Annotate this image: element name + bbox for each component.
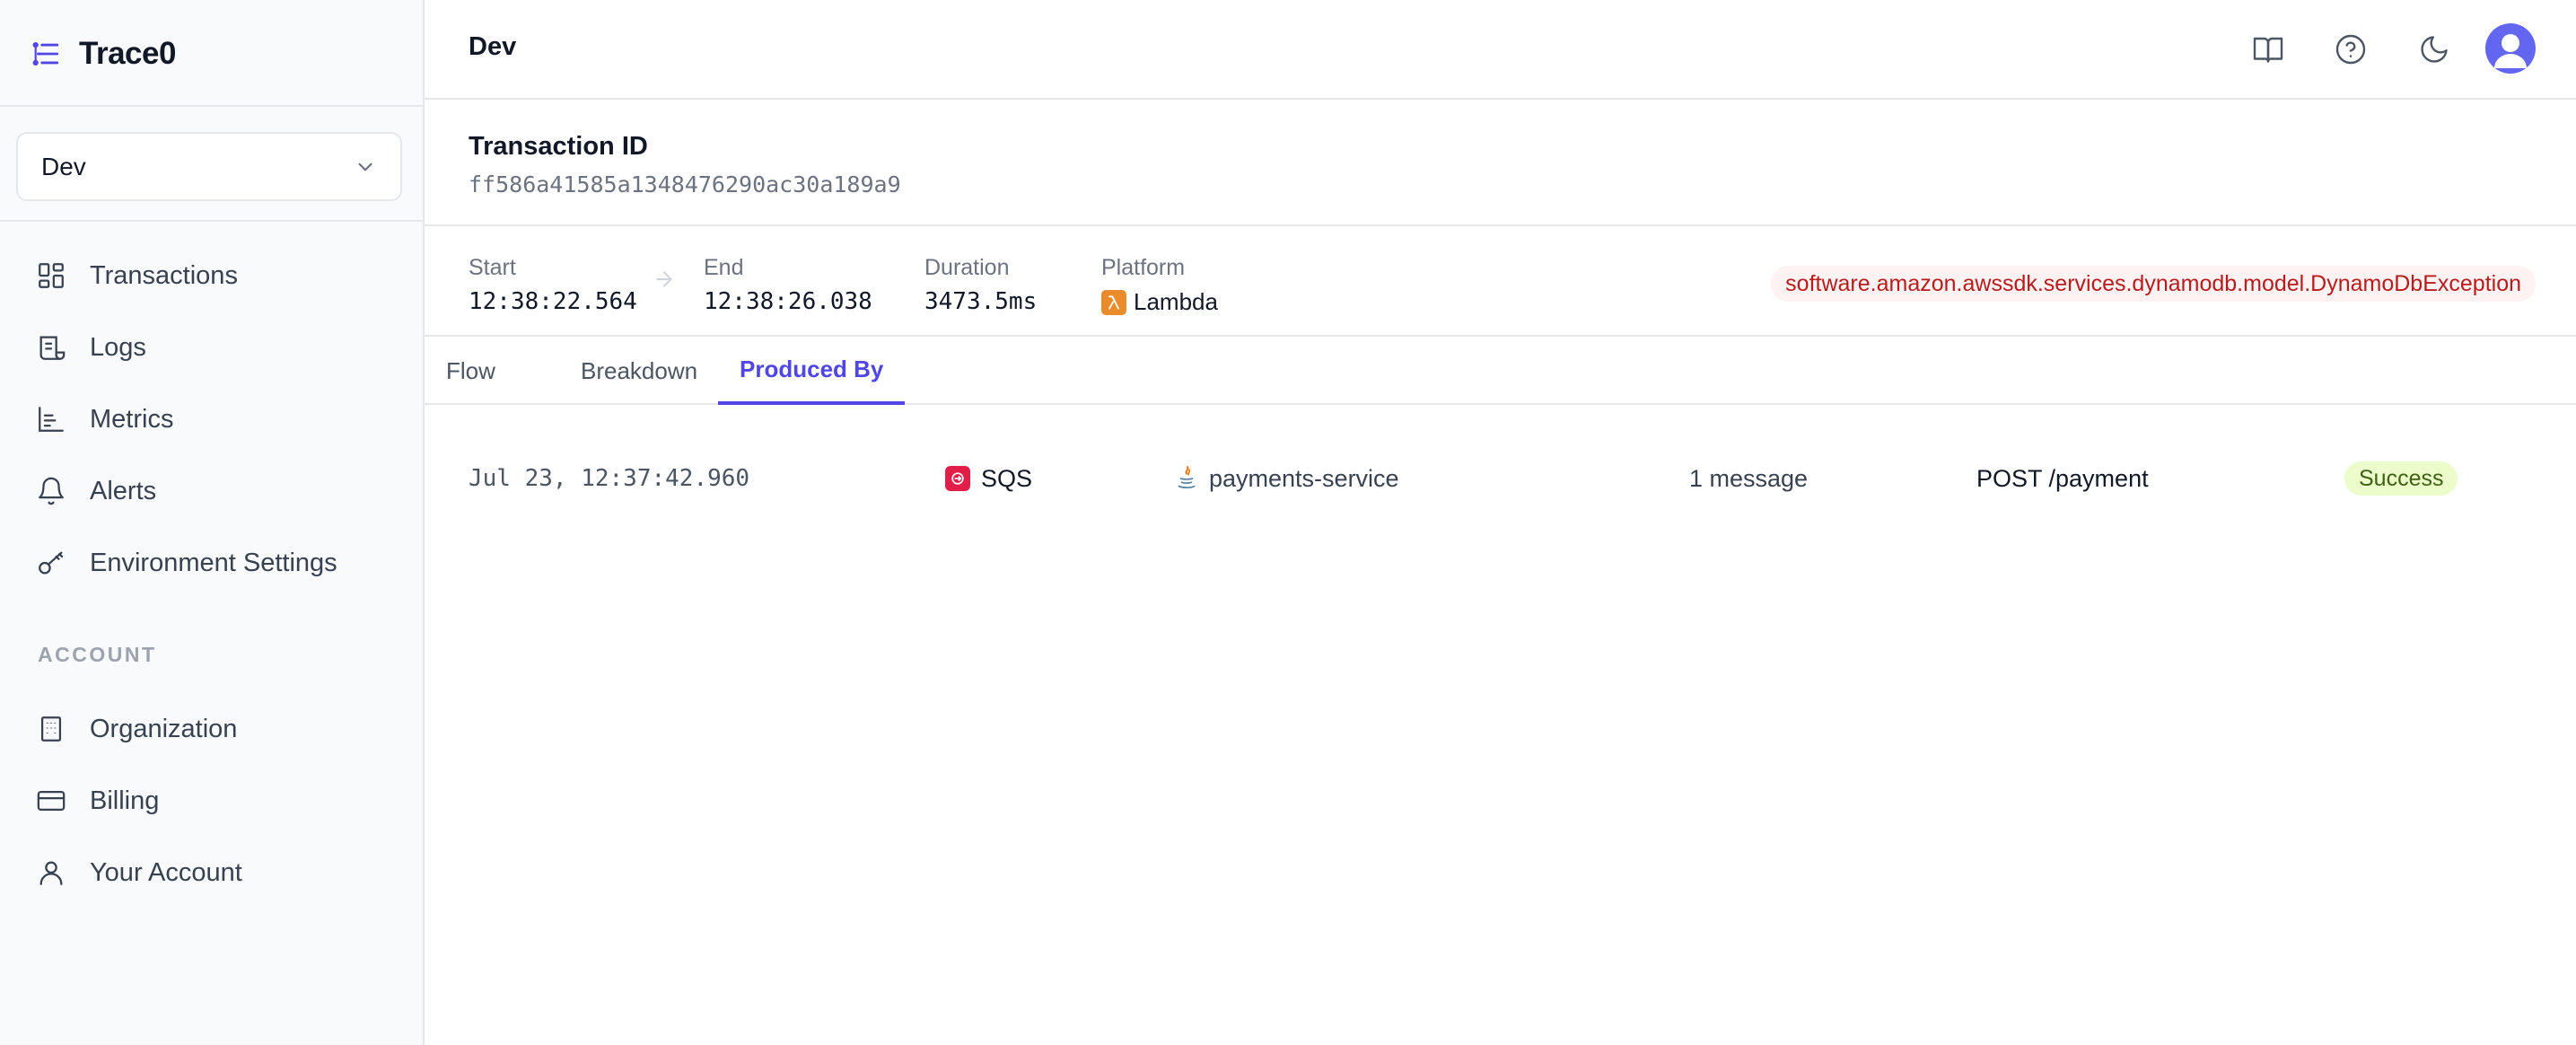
key-icon [39, 551, 64, 575]
sidebar-item-label: Logs [90, 332, 146, 362]
transaction-header: Transaction ID ff586a41585a1348476290ac3… [425, 100, 2576, 226]
sqs-icon [945, 466, 970, 491]
sidebar-item-metrics[interactable]: Metrics [36, 400, 173, 439]
platform-name: Lambda [1134, 288, 1218, 315]
transaction-id-value: ff586a41585a1348476290ac30a189a9 [469, 171, 901, 198]
brand[interactable]: Trace0 [31, 34, 176, 74]
table-row[interactable]: Jul 23, 12:37:42.960 SQS payments-servic… [425, 438, 2576, 519]
start-value: 12:38:22.564 [469, 288, 637, 315]
credit-card-icon [37, 790, 66, 812]
brand-name: Trace0 [79, 36, 176, 71]
row-service-name: payments-service [1209, 464, 1399, 492]
duration-value: 3473.5ms [924, 288, 1038, 315]
transaction-id-label: Transaction ID [469, 132, 648, 161]
environment-select[interactable]: Dev [16, 132, 402, 201]
book-icon [2253, 37, 2283, 63]
bar-chart-icon [39, 407, 64, 432]
sidebar-item-logs[interactable]: Logs [36, 328, 146, 367]
sidebar-item-label: Metrics [90, 404, 174, 434]
avatar[interactable] [2485, 23, 2536, 74]
section-label-account: ACCOUNT [38, 643, 157, 666]
divider [0, 220, 423, 222]
row-timestamp: Jul 23, 12:37:42.960 [469, 465, 750, 492]
row-source: SQS [945, 438, 1032, 519]
sidebar-item-label: Your Account [90, 857, 242, 887]
grid-icon [39, 263, 64, 288]
platform-value: Lambda [1101, 288, 1218, 316]
sidebar-item-label: Alerts [90, 476, 157, 505]
row-messages: 1 message [1689, 464, 1809, 492]
sidebar-item-label: Transactions [90, 260, 238, 290]
platform-label: Platform [1101, 255, 1186, 280]
environment-select-value: Dev [41, 152, 86, 180]
end-label: End [704, 255, 744, 280]
exception-badge[interactable]: software.amazon.awssdk.services.dynamodb… [1771, 266, 2536, 302]
sidebar-item-organization[interactable]: Organization [36, 709, 237, 749]
moon-icon [2421, 36, 2448, 63]
topbar: Dev [425, 0, 2576, 100]
sidebar-item-label: Billing [90, 786, 160, 815]
tab-flow[interactable]: Flow [425, 337, 517, 405]
sidebar-item-label: Environment Settings [90, 548, 337, 577]
sidebar-item-transactions[interactable]: Transactions [36, 256, 238, 295]
row-route: POST /payment [1976, 464, 2149, 492]
start-field: Start 12:38:22.564 [469, 255, 637, 315]
status-badge: Success [2344, 461, 2458, 496]
divider [0, 105, 423, 107]
building-icon [40, 716, 62, 742]
lambda-icon [1101, 289, 1126, 315]
sidebar-item-environment-settings[interactable]: Environment Settings [36, 543, 337, 583]
start-label: Start [469, 255, 516, 280]
list-logo-icon [32, 41, 59, 66]
sidebar-item-billing[interactable]: Billing [36, 781, 159, 821]
tab-bar: Flow Breakdown Produced By [425, 337, 2576, 405]
transaction-meta: Start 12:38:22.564 End 12:38:26.038 Dura… [425, 226, 2576, 337]
tab-breakdown[interactable]: Breakdown [559, 337, 719, 405]
user-avatar-icon [2494, 34, 2527, 68]
duration-label: Duration [924, 255, 1010, 280]
bell-icon [39, 477, 64, 505]
help-button[interactable] [2328, 27, 2373, 72]
sidebar: Trace0 Dev Transactions Logs Metrics Ale… [0, 0, 425, 1045]
sidebar-item-your-account[interactable]: Your Account [36, 853, 242, 892]
row-source-name: SQS [981, 464, 1033, 492]
duration-field: Duration 3473.5ms [924, 255, 1037, 315]
scroll-icon [39, 336, 66, 360]
platform-field: Platform Lambda [1101, 255, 1218, 316]
theme-toggle[interactable] [2412, 27, 2457, 72]
docs-button[interactable] [2246, 27, 2291, 72]
sidebar-item-alerts[interactable]: Alerts [36, 471, 156, 511]
row-service: payments-service [1175, 438, 1399, 519]
end-field: End 12:38:26.038 [704, 255, 872, 315]
row-status: Success [2344, 438, 2458, 519]
java-icon [1178, 466, 1196, 489]
sidebar-item-label: Organization [90, 714, 238, 743]
arrow-right-icon [656, 271, 672, 287]
tab-produced-by[interactable]: Produced By [718, 337, 906, 405]
user-icon [39, 861, 63, 885]
help-icon [2335, 34, 2366, 65]
end-value: 12:38:26.038 [704, 288, 872, 315]
chevron-down-icon [358, 162, 372, 171]
page-title: Dev [469, 32, 517, 61]
